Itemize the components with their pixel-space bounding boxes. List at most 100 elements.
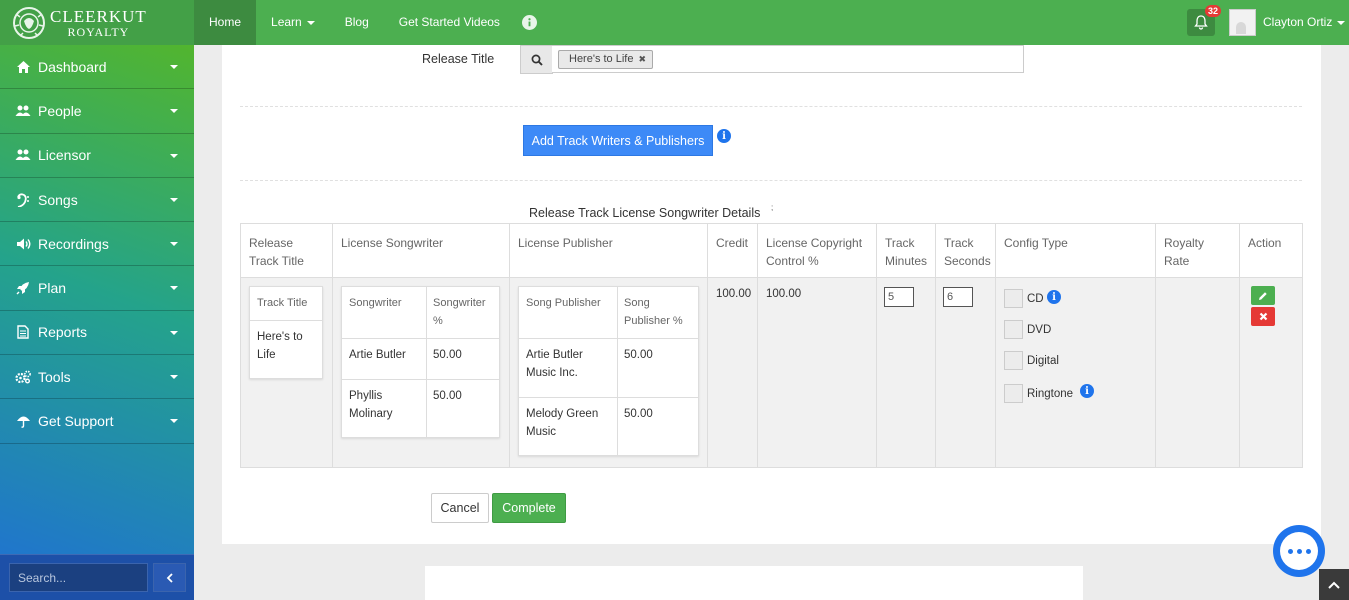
brand-line1: CLEERKUT: [50, 6, 147, 26]
header-credit: Credit: [708, 224, 758, 277]
add-track-writers-publishers-button[interactable]: Add Track Writers & Publishers: [523, 125, 713, 156]
info-circle-icon[interactable]: i: [1080, 384, 1094, 398]
bass-clef-icon: [15, 192, 31, 208]
nav-videos-label: Get Started Videos: [398, 15, 500, 29]
sidebar-item-label: Tools: [38, 368, 71, 385]
track-seconds-input[interactable]: [943, 287, 973, 307]
sidebar-item-label: Dashboard: [38, 58, 107, 75]
config-digital-checkbox[interactable]: [1004, 351, 1023, 370]
top-navbar: CLEERKUT ROYALTY Home Learn Blog Get Sta…: [0, 0, 1349, 45]
secondary-panel: [425, 566, 1083, 600]
track-title-value: Here's to Life: [257, 331, 303, 361]
divider: [342, 379, 499, 380]
search-icon: [531, 54, 543, 66]
config-cd-checkbox[interactable]: [1004, 289, 1023, 308]
publisher-pct-header: Song Publisher %: [624, 297, 683, 327]
sidebar-collapse-button[interactable]: [153, 563, 186, 592]
header-royalty-rate: Royalty Rate: [1156, 224, 1240, 277]
header-action: Action: [1248, 236, 1282, 250]
track-minutes-input[interactable]: [884, 287, 914, 307]
user-menu[interactable]: Clayton Ortiz: [1263, 0, 1346, 45]
divider: [519, 338, 698, 339]
header-license-publisher: License Publisher: [510, 224, 708, 277]
track-title-header: Track Title: [257, 297, 308, 309]
bell-icon: [1194, 15, 1208, 30]
sidebar-item-label: Plan: [38, 280, 67, 297]
home-icon: [15, 59, 31, 75]
chat-widget-button[interactable]: [1273, 525, 1325, 577]
release-tag-label: Here's to Life: [569, 53, 634, 65]
config-ringtone-checkbox[interactable]: [1004, 384, 1023, 403]
sidebar-item-plan[interactable]: Plan: [0, 266, 194, 311]
videos-info-button[interactable]: [507, 0, 552, 45]
complete-button[interactable]: Complete: [492, 493, 566, 523]
nav-home-label: Home: [209, 15, 242, 29]
edit-row-button[interactable]: [1251, 286, 1275, 305]
cell-track-minutes: [877, 278, 936, 468]
header-config-type: Config Type: [996, 224, 1156, 277]
sidebar-item-songs[interactable]: Songs: [0, 178, 194, 223]
nav-get-started-videos[interactable]: Get Started Videos: [384, 0, 515, 45]
release-tag: Here's to Life ✖: [558, 50, 654, 69]
cell-track-title: Track Title Here's to Life: [241, 278, 333, 468]
user-avatar[interactable]: [1229, 9, 1256, 36]
sidebar-item-label: Get Support: [38, 413, 114, 430]
rocket-icon: [15, 280, 31, 296]
sidebar-footer: [0, 554, 194, 600]
caret-down-icon: [170, 242, 178, 247]
header-copyright-control: License Copyright Control %: [758, 224, 877, 277]
release-title-input[interactable]: Here's to Life ✖: [552, 45, 1024, 73]
cell-license-songwriter: Songwriter Songwriter % Artie Butler 50.…: [333, 278, 510, 468]
songwriter-name: Artie Butler: [349, 349, 406, 361]
header-track-minutes: Track Minutes: [877, 224, 936, 277]
nav-blog[interactable]: Blog: [330, 0, 384, 45]
table-row: Track Title Here's to Life Songwriter So…: [241, 277, 1302, 468]
sidebar-search-input[interactable]: [9, 563, 148, 592]
remove-tag-icon[interactable]: ✖: [638, 51, 646, 68]
delete-row-button[interactable]: [1251, 307, 1275, 326]
sidebar-item-people[interactable]: People: [0, 89, 194, 134]
cancel-button[interactable]: Cancel: [431, 493, 489, 523]
caret-down-icon: [170, 375, 178, 380]
nav-learn[interactable]: Learn: [256, 0, 330, 45]
user-name: Clayton Ortiz: [1263, 15, 1333, 29]
brand-logo[interactable]: CLEERKUT ROYALTY: [0, 0, 194, 45]
divider: [250, 320, 322, 321]
info-circle-icon[interactable]: i: [1047, 290, 1061, 304]
nav-learn-label: Learn: [271, 15, 302, 29]
info-circle-icon[interactable]: i: [717, 129, 731, 143]
lion-logo-icon: [12, 4, 46, 42]
songwriter-subtable: Songwriter Songwriter % Artie Butler 50.…: [341, 286, 500, 438]
nav-home[interactable]: Home: [194, 0, 257, 45]
top-nav: Home Learn Blog Get Started Videos: [194, 0, 552, 45]
sidebar-item-licensor[interactable]: Licensor: [0, 134, 194, 178]
details-sub: ;: [771, 203, 774, 212]
sidebar-item-tools[interactable]: Tools: [0, 355, 194, 400]
sidebar-item-dashboard[interactable]: Dashboard: [0, 45, 194, 90]
brand-name: CLEERKUT ROYALTY: [50, 8, 147, 38]
track-title-card: Track Title Here's to Life: [249, 286, 323, 379]
release-search-button[interactable]: [520, 45, 553, 74]
sidebar-item-get-support[interactable]: Get Support: [0, 399, 194, 444]
sidebar-item-reports[interactable]: Reports: [0, 311, 194, 356]
config-dvd-checkbox[interactable]: [1004, 320, 1023, 339]
header-track-seconds: Track Seconds: [936, 224, 996, 277]
users-icon: [15, 103, 31, 119]
config-dvd-label: DVD: [1027, 324, 1052, 336]
file-icon: [15, 324, 31, 340]
caret-down-icon: [170, 65, 178, 69]
license-songwriter-table: Release Track Title License Songwriter L…: [240, 223, 1303, 468]
sidebar-item-label: Recordings: [38, 235, 109, 252]
config-cd-label: CD: [1027, 293, 1044, 305]
divider: [519, 397, 698, 398]
cell-credit: 100.00: [708, 278, 758, 468]
release-title-label: Release Title: [422, 52, 495, 66]
credit-value: 100.00: [716, 288, 752, 300]
chevron-left-icon: [166, 572, 174, 583]
divider: [426, 287, 427, 437]
sidebar-item-recordings[interactable]: Recordings: [0, 222, 194, 267]
songwriter-pct: 50.00: [433, 390, 462, 402]
scroll-to-top-button[interactable]: [1319, 569, 1349, 600]
cell-royalty-rate: [1156, 278, 1240, 468]
users-icon: [15, 147, 31, 163]
